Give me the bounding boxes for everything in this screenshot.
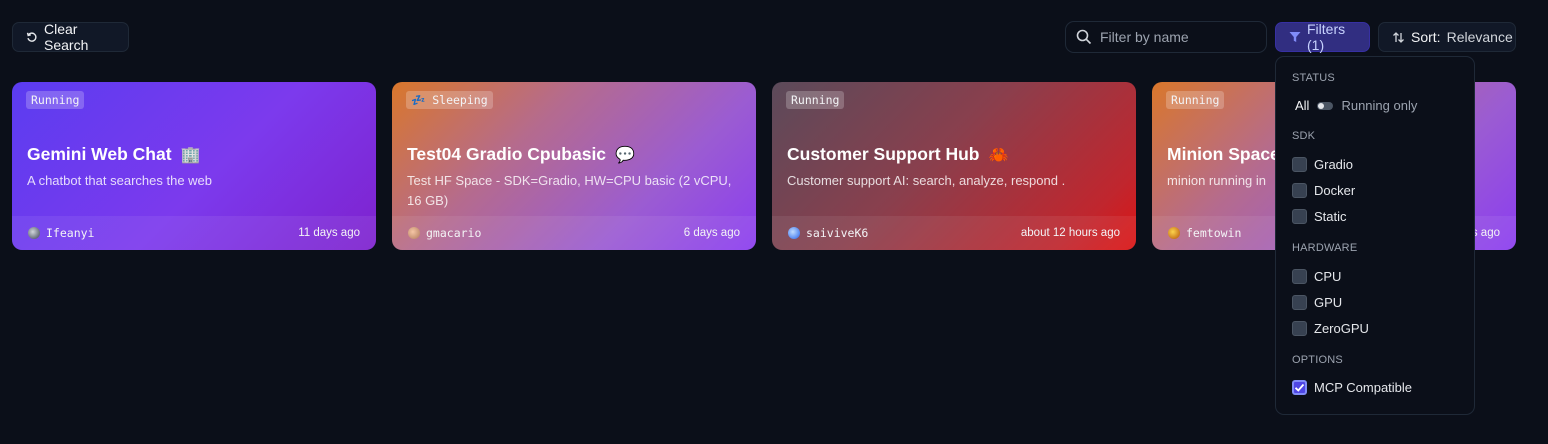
sdk-heading: SDK — [1292, 130, 1316, 142]
card-timestamp: about 12 hours ago — [1020, 227, 1120, 239]
card-timestamp: 11 days ago — [298, 227, 360, 239]
card-timestamp: s ago — [1471, 227, 1500, 239]
card-description: Customer support AI: search, analyze, re… — [787, 173, 1066, 188]
hardware-option-gpu[interactable]: GPU — [1292, 295, 1342, 310]
hardware-option-zerogpu[interactable]: ZeroGPU — [1292, 321, 1369, 336]
options-heading: OPTIONS — [1292, 354, 1343, 366]
reset-icon — [26, 32, 37, 42]
search-icon — [1076, 29, 1092, 45]
card-title-text: Minion Space — [1167, 144, 1280, 164]
filters-label: Filters (1) — [1307, 21, 1346, 53]
avatar — [788, 227, 800, 239]
checkmark-icon — [1294, 383, 1305, 392]
sort-button[interactable]: Sort: Relevance — [1378, 22, 1516, 52]
filter-search-box[interactable] — [1065, 21, 1267, 53]
crab-emoji-icon: 🦀 — [988, 146, 1009, 164]
sdk-option-docker[interactable]: Docker — [1292, 183, 1355, 198]
card-author[interactable]: gmacario — [426, 226, 481, 240]
status-heading: STATUS — [1292, 72, 1335, 84]
space-card[interactable]: Running Gemini Web Chat 🏢 A chatbot that… — [12, 82, 376, 250]
card-title: Gemini Web Chat 🏢 — [27, 144, 201, 165]
status-badge: 💤 Sleeping — [406, 91, 493, 109]
card-description: minion running in — [1167, 173, 1267, 188]
avatar — [1168, 227, 1180, 239]
status-badge: Running — [1166, 91, 1225, 109]
card-title: Customer Support Hub 🦀 — [787, 144, 1009, 165]
card-title: Test04 Gradio Cpubasic 💬 — [407, 144, 635, 165]
status-running-only-label[interactable]: Running only — [1341, 98, 1417, 113]
card-title-text: Test04 Gradio Cpubasic — [407, 144, 607, 164]
sdk-option-static[interactable]: Static — [1292, 209, 1347, 224]
hardware-option-cpu[interactable]: CPU — [1292, 269, 1341, 284]
hardware-heading: HARDWARE — [1292, 242, 1358, 254]
funnel-icon — [1289, 32, 1301, 42]
card-footer: Ifeanyi 11 days ago — [12, 216, 376, 250]
filters-button[interactable]: Filters (1) — [1275, 21, 1370, 53]
sdk-option-label: Docker — [1314, 183, 1356, 198]
checkbox[interactable] — [1292, 183, 1307, 198]
card-footer: saiviveK6 about 12 hours ago — [772, 216, 1136, 250]
checkbox[interactable] — [1292, 157, 1307, 172]
hardware-option-label: GPU — [1314, 295, 1343, 310]
hardware-option-label: CPU — [1314, 269, 1342, 284]
card-title-text: Gemini Web Chat — [27, 144, 172, 164]
status-toggle-row[interactable]: All Running only — [1295, 98, 1417, 113]
card-title-text: Customer Support Hub — [787, 144, 980, 164]
card-timestamp: 6 days ago — [683, 227, 740, 239]
sort-arrows-icon — [1393, 31, 1404, 43]
sdk-option-label: Gradio — [1314, 157, 1354, 172]
checkbox-checked[interactable] — [1292, 380, 1307, 395]
card-description: A chatbot that searches the web — [27, 173, 213, 188]
space-card[interactable]: 💤 Sleeping Test04 Gradio Cpubasic 💬 Test… — [392, 82, 756, 250]
clear-search-button[interactable]: Clear Search — [12, 21, 129, 53]
card-description: Test HF Space - SDK=Gradio, HW=CPU basic… — [407, 173, 732, 208]
card-footer: gmacario 6 days ago — [392, 216, 756, 250]
status-badge: Running — [26, 91, 85, 109]
building-emoji-icon: 🏢 — [180, 146, 201, 164]
space-card[interactable]: Running Customer Support Hub 🦀 Customer … — [772, 82, 1136, 250]
sdk-option-label: Static — [1314, 209, 1347, 224]
checkbox[interactable] — [1292, 295, 1307, 310]
clear-search-label: Clear Search — [44, 21, 89, 53]
sdk-option-gradio[interactable]: Gradio — [1292, 157, 1353, 172]
running-only-toggle[interactable] — [1317, 101, 1334, 110]
card-title: Minion Space — [1167, 144, 1280, 165]
filters-dropdown-panel: STATUS All Running only SDK Gradio Docke… — [1275, 56, 1475, 415]
sort-value: Relevance — [1446, 29, 1513, 45]
filter-by-name-input[interactable] — [1100, 29, 1260, 45]
avatar — [408, 227, 420, 239]
option-mcp-compatible[interactable]: MCP Compatible — [1292, 380, 1412, 395]
sort-prefix: Sort: — [1411, 29, 1441, 45]
status-badge: Running — [786, 91, 845, 109]
card-author[interactable]: femtowin — [1186, 226, 1241, 240]
card-author[interactable]: saiviveK6 — [806, 226, 868, 240]
checkbox[interactable] — [1292, 321, 1307, 336]
checkbox[interactable] — [1292, 209, 1307, 224]
checkbox[interactable] — [1292, 269, 1307, 284]
status-all-label[interactable]: All — [1295, 98, 1309, 113]
card-author[interactable]: Ifeanyi — [46, 226, 94, 240]
avatar — [28, 227, 40, 239]
hardware-option-label: ZeroGPU — [1314, 321, 1369, 336]
speech-bubble-emoji-icon: 💬 — [615, 146, 635, 164]
option-label: MCP Compatible — [1314, 380, 1413, 395]
